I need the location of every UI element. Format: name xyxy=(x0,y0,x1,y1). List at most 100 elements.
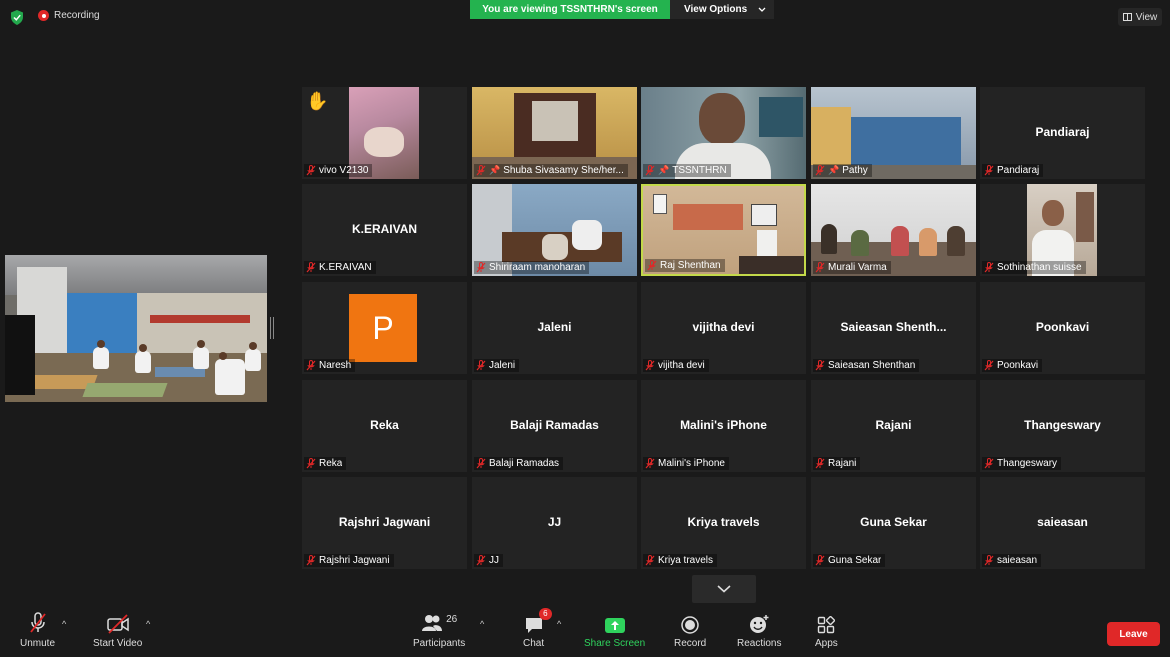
participant-tile[interactable]: saieasan saieasan xyxy=(980,477,1145,569)
participant-tile[interactable]: 📌 Pathy xyxy=(811,87,976,179)
participants-button[interactable]: 26 Participants xyxy=(413,614,465,649)
participant-display-name: Rajani xyxy=(875,418,912,432)
participants-label: Participants xyxy=(413,638,466,649)
participant-tile[interactable]: Kriya travels Kriya travels xyxy=(641,477,806,569)
muted-microphone-icon xyxy=(645,165,655,176)
participant-name-label: saieasan xyxy=(982,554,1042,567)
security-shield-icon[interactable] xyxy=(10,10,24,25)
participant-name-label: 📌 TSSNTHRN xyxy=(643,164,731,177)
muted-microphone-icon xyxy=(645,555,655,566)
participant-tile[interactable]: 📌 TSSNTHRN xyxy=(641,87,806,179)
participant-tile[interactable]: Murali Varma xyxy=(811,184,976,276)
leave-button[interactable]: Leave xyxy=(1107,622,1160,646)
chevron-down-icon xyxy=(758,7,766,12)
participant-tile[interactable]: Rajshri Jagwani Rajshri Jagwani xyxy=(302,477,467,569)
record-dot-icon xyxy=(38,10,49,21)
participant-tile[interactable]: Rajani Rajani xyxy=(811,380,976,472)
participant-tile[interactable]: ✋ vivo V2130 xyxy=(302,87,467,179)
participant-name-label: vijitha devi xyxy=(643,359,709,372)
participant-display-name: Reka xyxy=(370,418,399,432)
participant-tile[interactable]: Poonkavi Poonkavi xyxy=(980,282,1145,374)
participant-tile[interactable]: Thangeswary Thangeswary xyxy=(980,380,1145,472)
share-screen-button[interactable]: Share Screen xyxy=(584,614,645,649)
participant-display-name: Rajshri Jagwani xyxy=(338,515,431,529)
audio-options-caret[interactable]: ^ xyxy=(62,619,66,629)
participant-tile[interactable]: Malini's iPhone Malini's iPhone xyxy=(641,380,806,472)
participant-display-name: Thangeswary xyxy=(1024,418,1101,432)
muted-microphone-icon xyxy=(645,458,655,469)
resize-handle[interactable] xyxy=(270,317,274,339)
scene-person xyxy=(135,344,151,373)
chat-button[interactable]: 6 Chat xyxy=(523,608,552,649)
pin-icon: 📌 xyxy=(828,165,840,175)
participant-name: Poonkavi xyxy=(997,360,1039,371)
participant-tile[interactable]: Shiriraam manoharan xyxy=(472,184,637,276)
shared-screen-video[interactable] xyxy=(5,255,267,402)
participant-tile[interactable]: Raj Shenthan xyxy=(641,184,806,276)
muted-microphone-icon xyxy=(476,165,486,176)
participant-name: Malini's iPhone xyxy=(658,458,725,469)
participant-tile[interactable]: Saieasan Shenth... Saieasan Shenthan xyxy=(811,282,976,374)
participant-tile[interactable]: Jaleni Jaleni xyxy=(472,282,637,374)
muted-microphone-icon xyxy=(476,458,486,469)
recording-indicator[interactable]: Recording xyxy=(38,10,100,21)
unmute-button[interactable]: Unmute xyxy=(20,612,55,649)
chat-options-caret[interactable]: ^ xyxy=(557,619,561,629)
apps-button[interactable]: Apps xyxy=(815,614,838,649)
muted-microphone-icon xyxy=(815,262,825,273)
participant-name: saieasan xyxy=(997,555,1038,566)
view-button[interactable]: View xyxy=(1118,8,1162,26)
participant-display-name: Saieasan Shenth... xyxy=(840,320,947,334)
participant-tile[interactable]: Guna Sekar Guna Sekar xyxy=(811,477,976,569)
participant-display-name: K.ERAIVAN xyxy=(351,222,418,236)
participant-tile[interactable]: vijitha devi vijitha devi xyxy=(641,282,806,374)
participant-name-label: JJ xyxy=(474,554,503,567)
view-options-button[interactable]: View Options xyxy=(670,0,774,19)
participant-name: Guna Sekar xyxy=(828,555,882,566)
record-button[interactable]: Record xyxy=(674,614,706,649)
muted-microphone-icon xyxy=(306,458,316,469)
video-off-icon xyxy=(106,614,129,634)
participant-tile[interactable]: Reka Reka xyxy=(302,380,467,472)
participant-tile[interactable]: Pandiaraj Pandiaraj xyxy=(980,87,1145,179)
participant-tile[interactable]: P Naresh xyxy=(302,282,467,374)
participant-display-name: Guna Sekar xyxy=(860,515,927,529)
participants-options-caret[interactable]: ^ xyxy=(480,619,484,629)
scene-person xyxy=(193,340,209,369)
participant-name-label: Pandiaraj xyxy=(982,164,1044,177)
participant-tile[interactable]: 📌 Shuba Sivasamy She/her... xyxy=(472,87,637,179)
participant-tile[interactable]: K.ERAIVAN K.ERAIVAN xyxy=(302,184,467,276)
participant-name-label: Jaleni xyxy=(474,359,520,372)
apps-label: Apps xyxy=(815,638,838,649)
participant-tile[interactable]: JJ JJ xyxy=(472,477,637,569)
start-video-button[interactable]: Start Video xyxy=(93,614,142,649)
participant-name: Rajshri Jagwani xyxy=(319,555,390,566)
participant-name: Rajani xyxy=(828,458,857,469)
participant-display-name: Balaji Ramadas xyxy=(510,418,599,432)
participant-display-name: Malini's iPhone xyxy=(680,418,767,432)
participant-name: Sothinathan suisse xyxy=(997,262,1082,273)
muted-microphone-icon xyxy=(984,555,994,566)
participant-tile[interactable]: Sothinathan suisse xyxy=(980,184,1145,276)
gallery-next-page-button[interactable] xyxy=(692,575,756,603)
video-options-caret[interactable]: ^ xyxy=(146,619,150,629)
muted-microphone-icon xyxy=(815,360,825,371)
start-video-label: Start Video xyxy=(93,638,143,649)
participant-name: Jaleni xyxy=(489,360,516,371)
muted-microphone-icon xyxy=(645,360,655,371)
scene-person xyxy=(245,342,261,371)
participant-name-label: Thangeswary xyxy=(982,457,1062,470)
gallery-view-icon xyxy=(1122,13,1132,21)
recording-label: Recording xyxy=(54,10,100,21)
participant-name: Saieasan Shenthan xyxy=(828,360,916,371)
muted-microphone-icon xyxy=(306,165,316,176)
participant-name-label: Saieasan Shenthan xyxy=(813,359,920,372)
participant-name: Pathy xyxy=(842,165,868,176)
participant-name-label: Naresh xyxy=(304,359,356,372)
muted-microphone-icon xyxy=(815,458,825,469)
participant-name-label: Shiriraam manoharan xyxy=(474,261,590,274)
participant-name: Shiriraam manoharan xyxy=(489,262,586,273)
participant-name-label: 📌 Shuba Sivasamy She/her... xyxy=(474,164,628,177)
reactions-button[interactable]: Reactions xyxy=(737,614,781,649)
participant-tile[interactable]: Balaji Ramadas Balaji Ramadas xyxy=(472,380,637,472)
